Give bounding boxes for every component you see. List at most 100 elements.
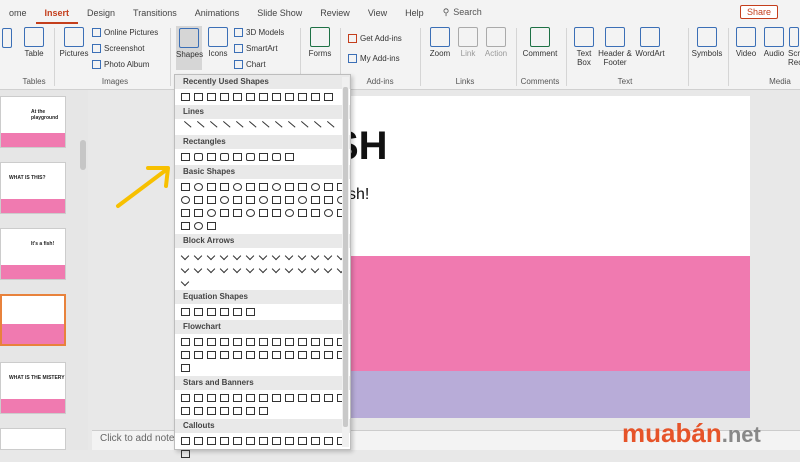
shapes-button[interactable]: Shapes bbox=[176, 26, 203, 70]
shape-swatch[interactable] bbox=[283, 250, 295, 262]
shape-swatch[interactable] bbox=[179, 250, 191, 262]
shape-swatch[interactable] bbox=[205, 181, 217, 193]
shape-swatch[interactable] bbox=[231, 207, 243, 219]
shape-swatch[interactable] bbox=[179, 349, 191, 361]
wordart-button[interactable]: WordArt bbox=[634, 27, 666, 58]
shape-swatch[interactable] bbox=[231, 91, 243, 103]
share-button[interactable]: Share bbox=[739, 5, 778, 19]
shape-swatch[interactable] bbox=[231, 435, 243, 447]
shape-swatch[interactable] bbox=[283, 151, 295, 163]
shape-swatch[interactable] bbox=[283, 263, 295, 275]
shape-swatch[interactable] bbox=[231, 263, 243, 275]
shape-swatch[interactable] bbox=[244, 263, 256, 275]
shape-swatch[interactable] bbox=[192, 220, 204, 232]
shape-swatch[interactable] bbox=[244, 336, 256, 348]
shape-swatch[interactable] bbox=[179, 336, 191, 348]
shape-swatch[interactable] bbox=[270, 91, 282, 103]
shape-swatch[interactable] bbox=[308, 121, 322, 133]
shape-swatch[interactable] bbox=[244, 207, 256, 219]
shape-swatch[interactable] bbox=[296, 336, 308, 348]
shape-swatch[interactable] bbox=[270, 349, 282, 361]
shape-swatch[interactable] bbox=[309, 207, 321, 219]
shape-swatch[interactable] bbox=[309, 392, 321, 404]
shape-swatch[interactable] bbox=[257, 263, 269, 275]
shape-swatch[interactable] bbox=[243, 121, 257, 133]
shape-swatch[interactable] bbox=[309, 349, 321, 361]
shape-swatch[interactable] bbox=[218, 250, 230, 262]
table-button[interactable]: Table bbox=[22, 27, 46, 58]
shape-swatch[interactable] bbox=[322, 336, 334, 348]
shape-swatch[interactable] bbox=[205, 194, 217, 206]
shape-swatch[interactable] bbox=[296, 207, 308, 219]
get-addins-button[interactable]: Get Add-ins bbox=[348, 34, 402, 43]
gallery-scrollbar[interactable] bbox=[342, 77, 349, 447]
shape-swatch[interactable] bbox=[192, 207, 204, 219]
shape-swatch[interactable] bbox=[296, 181, 308, 193]
slide-thumbnail-1[interactable]: At the playground bbox=[0, 96, 66, 148]
shape-swatch[interactable] bbox=[244, 392, 256, 404]
shape-swatch[interactable] bbox=[244, 194, 256, 206]
shape-swatch[interactable] bbox=[218, 207, 230, 219]
shape-swatch[interactable] bbox=[179, 276, 191, 288]
shape-swatch[interactable] bbox=[231, 250, 243, 262]
shape-swatch[interactable] bbox=[192, 392, 204, 404]
thumbnail-scrollbar[interactable] bbox=[80, 140, 86, 170]
shape-swatch[interactable] bbox=[192, 336, 204, 348]
shape-swatch[interactable] bbox=[244, 405, 256, 417]
shape-swatch[interactable] bbox=[257, 250, 269, 262]
zoom-button[interactable]: Zoom bbox=[426, 27, 454, 58]
shape-swatch[interactable] bbox=[283, 207, 295, 219]
shape-swatch[interactable] bbox=[270, 250, 282, 262]
shape-swatch[interactable] bbox=[205, 349, 217, 361]
gallery-scroll-thumb[interactable] bbox=[343, 87, 348, 427]
shape-swatch[interactable] bbox=[322, 263, 334, 275]
shape-swatch[interactable] bbox=[192, 181, 204, 193]
shape-swatch[interactable] bbox=[192, 91, 204, 103]
shape-swatch[interactable] bbox=[283, 91, 295, 103]
tab-help[interactable]: Help bbox=[396, 0, 433, 24]
shape-swatch[interactable] bbox=[257, 151, 269, 163]
shape-swatch[interactable] bbox=[179, 362, 191, 374]
shape-swatch[interactable] bbox=[205, 151, 217, 163]
my-addins-button[interactable]: My Add-ins bbox=[348, 54, 400, 63]
shape-swatch[interactable] bbox=[270, 392, 282, 404]
online-pictures-button[interactable]: Online Pictures bbox=[92, 28, 158, 37]
slide-thumbnail-4[interactable] bbox=[0, 294, 66, 346]
shape-swatch[interactable] bbox=[217, 121, 231, 133]
shape-swatch[interactable] bbox=[218, 91, 230, 103]
slide-thumbnail-2[interactable]: WHAT IS THIS? bbox=[0, 162, 66, 214]
shape-swatch[interactable] bbox=[257, 91, 269, 103]
shape-swatch[interactable] bbox=[205, 435, 217, 447]
shape-swatch[interactable] bbox=[270, 151, 282, 163]
screenshot-button[interactable]: Screenshot bbox=[92, 44, 144, 53]
shape-swatch[interactable] bbox=[309, 194, 321, 206]
shape-swatch[interactable] bbox=[257, 336, 269, 348]
shape-swatch[interactable] bbox=[244, 181, 256, 193]
text-box-button[interactable]: Text Box bbox=[570, 27, 598, 67]
shape-swatch[interactable] bbox=[192, 435, 204, 447]
shape-swatch[interactable] bbox=[178, 121, 192, 133]
shape-swatch[interactable] bbox=[205, 336, 217, 348]
shape-swatch[interactable] bbox=[218, 349, 230, 361]
shape-swatch[interactable] bbox=[257, 181, 269, 193]
shape-swatch[interactable] bbox=[296, 250, 308, 262]
shape-swatch[interactable] bbox=[231, 349, 243, 361]
shape-swatch[interactable] bbox=[322, 194, 334, 206]
shape-swatch[interactable] bbox=[218, 181, 230, 193]
shape-swatch[interactable] bbox=[322, 181, 334, 193]
shape-swatch[interactable] bbox=[218, 405, 230, 417]
slide-thumbnail-6[interactable] bbox=[0, 428, 66, 450]
chart-button[interactable]: Chart bbox=[234, 60, 266, 69]
shape-swatch[interactable] bbox=[321, 121, 335, 133]
shape-swatch[interactable] bbox=[244, 306, 256, 318]
shape-swatch[interactable] bbox=[205, 263, 217, 275]
shape-swatch[interactable] bbox=[205, 207, 217, 219]
shape-swatch[interactable] bbox=[296, 349, 308, 361]
shape-swatch[interactable] bbox=[296, 91, 308, 103]
shape-swatch[interactable] bbox=[270, 435, 282, 447]
shape-swatch[interactable] bbox=[270, 336, 282, 348]
shape-swatch[interactable] bbox=[257, 194, 269, 206]
current-slide[interactable]: SH glish! bbox=[312, 96, 750, 418]
photo-album-button[interactable]: Photo Album bbox=[92, 60, 149, 69]
shape-swatch[interactable] bbox=[205, 220, 217, 232]
